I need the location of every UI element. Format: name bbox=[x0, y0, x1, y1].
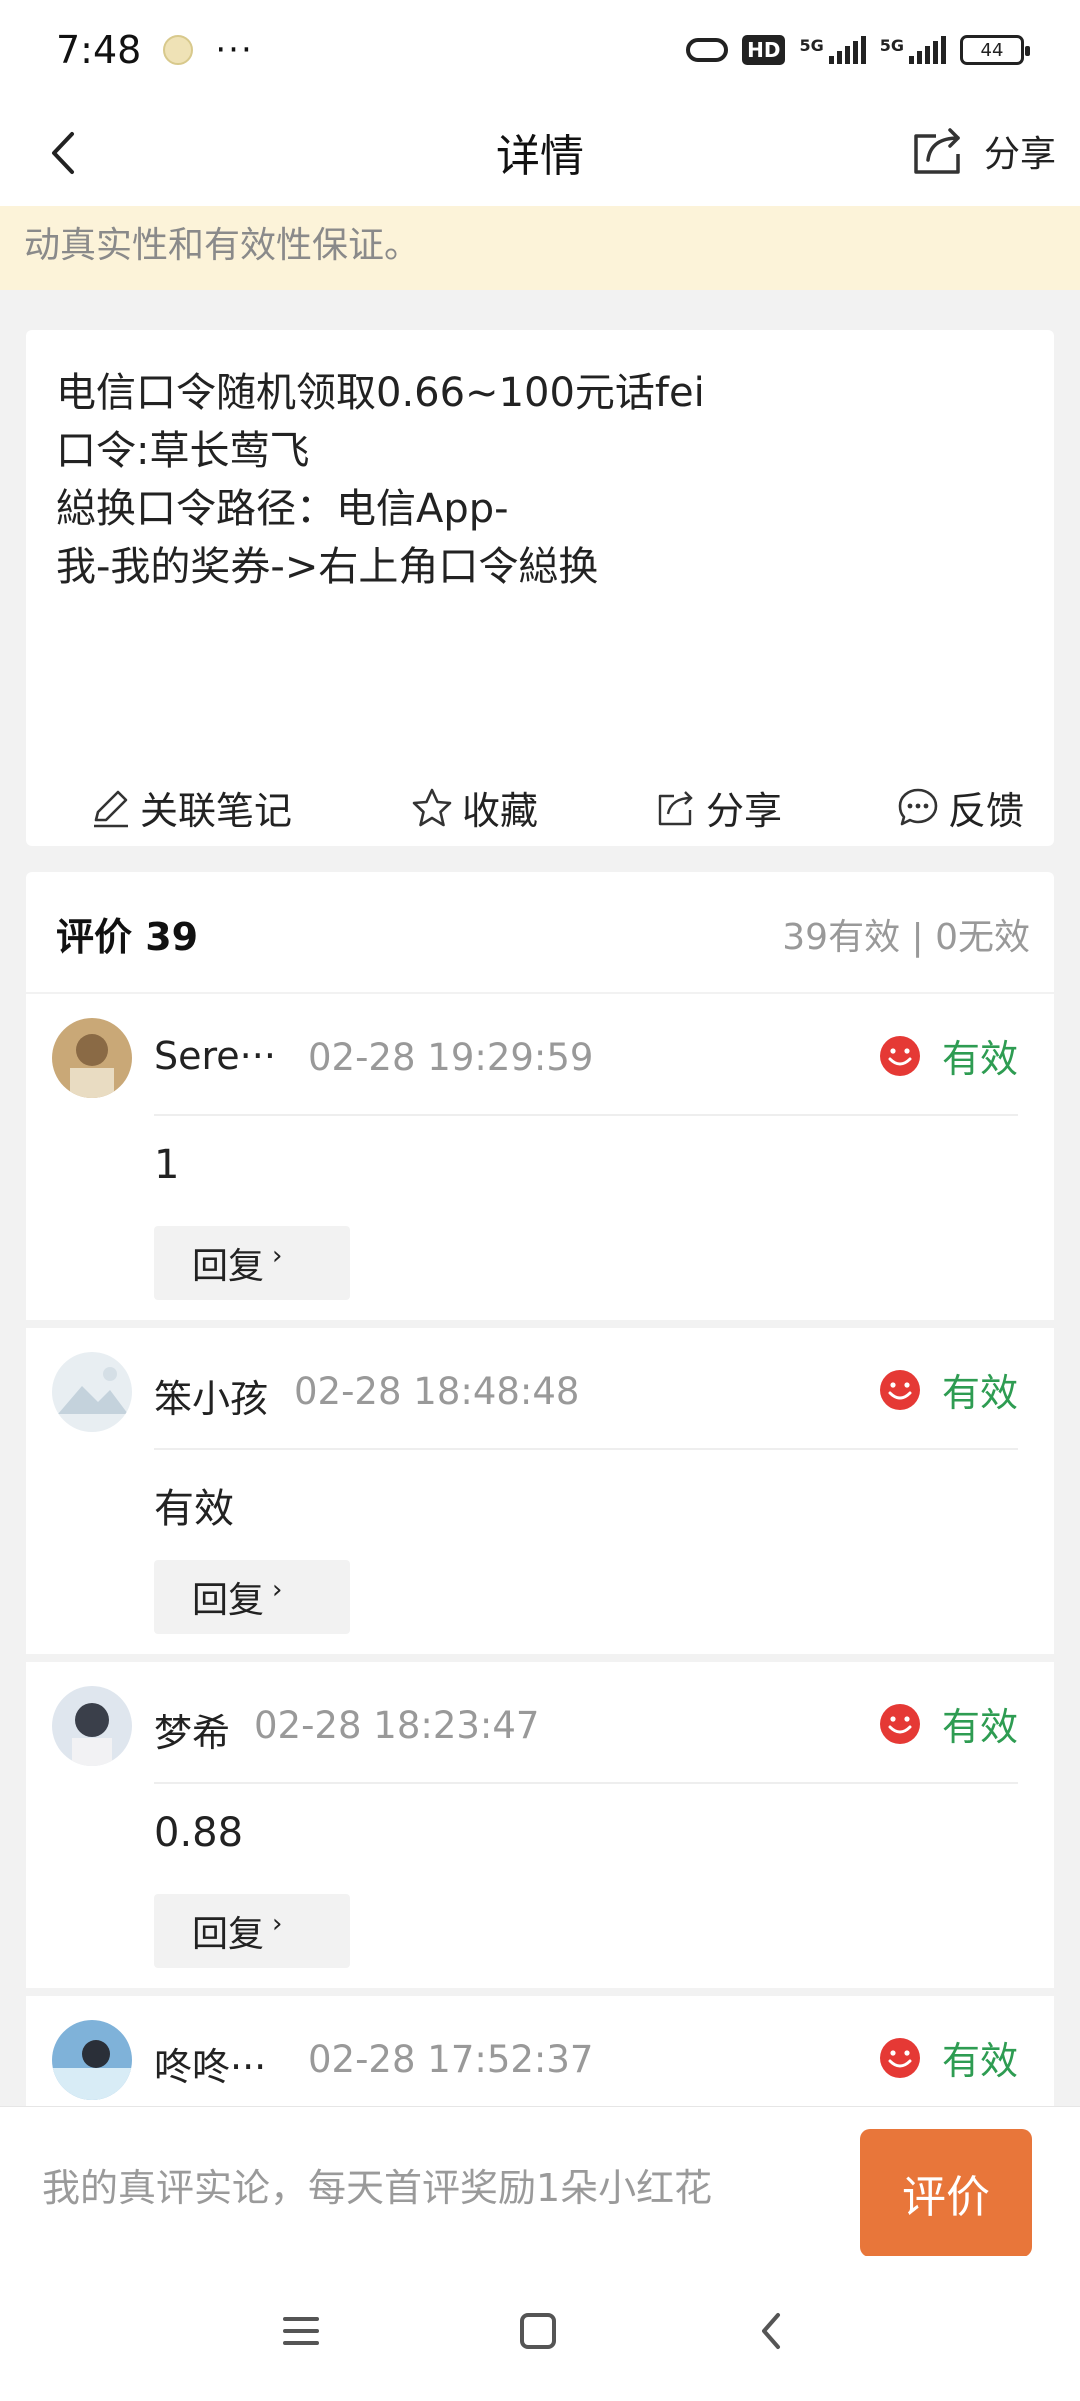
status-label: 有效 bbox=[941, 1037, 1018, 1081]
comment-item: Sere··· 02-28 19:29:59 有效 1 回复 › bbox=[26, 994, 1054, 1320]
comment-item: 梦希 02-28 18:23:47 有效 0.88 回复 › bbox=[26, 1662, 1054, 1988]
content-line-3: 縂换口令路径：电信App- bbox=[56, 486, 509, 532]
back-triangle-icon bbox=[762, 2313, 780, 2349]
star-icon bbox=[412, 788, 452, 826]
comment-input[interactable]: 我的真评实论，每天首评奖励1朵小红花 bbox=[42, 2157, 712, 2212]
chevron-right-icon: › bbox=[272, 1241, 283, 1271]
divider bbox=[154, 1448, 1018, 1450]
notice-text: 动真实性和有效性保证。 bbox=[24, 225, 421, 266]
divider bbox=[154, 1114, 1018, 1116]
comment-time: 02-28 18:48:48 bbox=[294, 1370, 580, 1413]
app-notification-icon bbox=[163, 35, 194, 65]
status-badge: 有效 bbox=[878, 1362, 1018, 1417]
share-small-icon bbox=[658, 790, 693, 825]
review-button[interactable]: 评价 bbox=[860, 2129, 1032, 2257]
status-badge: 有效 bbox=[878, 1696, 1018, 1751]
reply-label: 回复 bbox=[192, 1914, 265, 1955]
menu-button[interactable] bbox=[266, 2296, 336, 2366]
reviews-stats[interactable]: 39有效 | 0无效 bbox=[782, 908, 1030, 960]
commenter-name[interactable]: 笨小孩 bbox=[154, 1368, 268, 1423]
status-label: 有效 bbox=[941, 1705, 1018, 1749]
favorite-label: 收藏 bbox=[462, 789, 539, 833]
signal-2-icon: 5G bbox=[880, 36, 946, 64]
chat-bubble-icon bbox=[898, 788, 938, 825]
pencil-icon bbox=[94, 790, 128, 827]
feedback-button[interactable]: 反馈 bbox=[896, 780, 1024, 835]
nav-bar: 详情 分享 bbox=[0, 100, 1080, 206]
home-button[interactable] bbox=[503, 2296, 573, 2366]
comment-time: 02-28 17:52:37 bbox=[308, 2038, 594, 2081]
comment-item: 咚咚··· 02-28 17:52:37 有效 bbox=[26, 1996, 1054, 2106]
signal-2-label: 5G bbox=[879, 36, 904, 55]
commenter-name[interactable]: 咚咚··· bbox=[154, 2036, 266, 2091]
content-line-2: 口令:草长莺飞 bbox=[56, 428, 310, 474]
status-label: 有效 bbox=[941, 1371, 1018, 1415]
smile-icon bbox=[879, 1703, 920, 1744]
reply-button[interactable]: 回复 › bbox=[154, 1894, 350, 1968]
comment-text: 1 bbox=[154, 1142, 180, 1188]
comment-item: 笨小孩 02-28 18:48:48 有效 有效 回复 › bbox=[26, 1328, 1054, 1654]
reply-label: 回复 bbox=[192, 1246, 265, 1287]
status-label: 有效 bbox=[941, 2039, 1018, 2083]
comment-time: 02-28 19:29:59 bbox=[308, 1036, 594, 1079]
comment-input-bar: 我的真评实论，每天首评奖励1朵小红花 评价 bbox=[0, 2106, 1080, 2257]
share-action-label: 分享 bbox=[706, 789, 783, 833]
link-icon bbox=[686, 38, 729, 62]
reply-label: 回复 bbox=[192, 1580, 265, 1621]
avatar[interactable] bbox=[52, 1686, 132, 1766]
comment-time: 02-28 18:23:47 bbox=[254, 1704, 540, 1747]
more-notifications-icon: ··· bbox=[215, 30, 254, 70]
commenter-name[interactable]: Sere··· bbox=[154, 1034, 276, 1078]
share-action-button[interactable]: 分享 bbox=[654, 780, 782, 835]
avatar[interactable] bbox=[52, 1018, 132, 1098]
related-notes-label: 关联笔记 bbox=[140, 789, 293, 833]
chevron-right-icon: › bbox=[272, 1575, 283, 1605]
status-right: HD 5G 5G 44 bbox=[686, 35, 1030, 65]
reviews-title: 评价 39 bbox=[56, 915, 199, 959]
status-bar: 7:48 ··· HD 5G 5G 44 bbox=[0, 0, 1080, 100]
reply-button[interactable]: 回复 › bbox=[154, 1560, 350, 1634]
related-notes-button[interactable]: 关联笔记 bbox=[88, 780, 292, 835]
status-badge: 有效 bbox=[878, 2030, 1018, 2085]
menu-icon bbox=[283, 2317, 319, 2345]
share-button[interactable]: 分享 bbox=[908, 122, 1056, 180]
action-bar: 关联笔记 收藏 分享 反馈 bbox=[26, 760, 1054, 840]
hd-voice-icon: HD bbox=[742, 35, 786, 65]
divider bbox=[154, 1782, 1018, 1784]
comment-text: 0.88 bbox=[154, 1810, 244, 1856]
status-badge: 有效 bbox=[878, 1028, 1018, 1083]
system-nav-bar bbox=[0, 2256, 1080, 2401]
chevron-right-icon: › bbox=[272, 1909, 283, 1939]
signal-1-icon: 5G bbox=[799, 36, 866, 64]
battery-icon: 44 bbox=[960, 35, 1030, 65]
feedback-label: 反馈 bbox=[948, 789, 1025, 833]
comment-text: 有效 bbox=[154, 1486, 234, 1532]
content-card: 电信口令随机领取0.66~100元话fei 口令:草长莺飞 縂换口令路径：电信A… bbox=[26, 330, 1054, 846]
smile-icon bbox=[879, 1369, 920, 1410]
smile-icon bbox=[879, 1035, 920, 1076]
favorite-button[interactable]: 收藏 bbox=[410, 780, 538, 835]
content-line-4: 我-我的奖券->右上角口令縂换 bbox=[56, 544, 599, 590]
reviews-header: 评价 39 39有效 | 0无效 bbox=[26, 872, 1054, 992]
commenter-name[interactable]: 梦希 bbox=[154, 1702, 230, 1757]
status-time: 7:48 bbox=[56, 28, 142, 72]
share-label: 分享 bbox=[983, 134, 1056, 175]
system-back-button[interactable] bbox=[737, 2296, 807, 2366]
notice-banner: 动真实性和有效性保证。 bbox=[0, 206, 1080, 290]
status-left: 7:48 ··· bbox=[56, 28, 254, 72]
avatar[interactable] bbox=[52, 1352, 132, 1432]
share-icon bbox=[914, 128, 960, 174]
avatar[interactable] bbox=[52, 2020, 132, 2100]
home-square-icon bbox=[520, 2313, 556, 2349]
smile-icon bbox=[879, 2037, 920, 2078]
reply-button[interactable]: 回复 › bbox=[154, 1226, 350, 1300]
signal-1-label: 5G bbox=[799, 36, 824, 55]
content-line-1: 电信口令随机领取0.66~100元话fei bbox=[56, 370, 705, 416]
